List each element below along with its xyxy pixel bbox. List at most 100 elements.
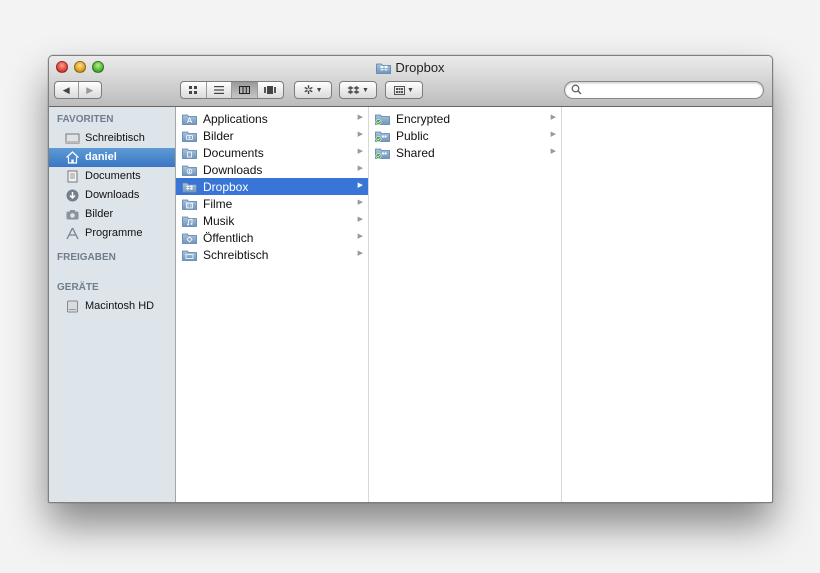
list-item-label: Shared xyxy=(396,145,435,160)
list-item-public[interactable]: Public ▶ xyxy=(369,127,561,144)
sidebar-item-macintosh-hd[interactable]: Macintosh HD xyxy=(49,297,175,316)
disclosure-arrow-icon: ▶ xyxy=(550,148,556,155)
sidebar-item-label: Downloads xyxy=(85,189,140,201)
search-icon xyxy=(571,84,582,95)
disclosure-arrow-icon: ▶ xyxy=(357,148,363,155)
column-view-icon xyxy=(238,86,250,94)
list-item-label: Öffentlich xyxy=(203,230,254,245)
chevron-down-icon: ▼ xyxy=(362,86,369,94)
documents-folder-icon xyxy=(182,148,197,159)
list-item-label: Filme xyxy=(203,196,233,211)
sidebar: FAVORITEN Schreibtisch daniel Documents … xyxy=(49,107,176,502)
sidebar-item-label: Programme xyxy=(85,227,143,239)
list-item-label: Bilder xyxy=(203,128,234,143)
home-icon xyxy=(66,151,79,164)
list-item-label: Public xyxy=(396,128,429,143)
sidebar-item-documents[interactable]: Documents xyxy=(49,167,175,186)
sidebar-devices-header: GERÄTE xyxy=(57,282,99,293)
list-item-label: Applications xyxy=(203,111,268,126)
sidebar-item-schreibtisch[interactable]: Schreibtisch xyxy=(49,129,175,148)
chevron-down-icon: ▼ xyxy=(315,86,323,94)
list-item-label: Dropbox xyxy=(203,179,249,194)
list-item-oeffentlich[interactable]: Öffentlich ▶ xyxy=(176,229,368,246)
desktop-icon xyxy=(65,133,80,144)
back-arrow-icon: ◀ xyxy=(62,84,70,95)
downloads-icon xyxy=(66,189,79,202)
disclosure-arrow-icon: ▶ xyxy=(357,182,363,189)
disclosure-arrow-icon: ▶ xyxy=(357,165,363,172)
sidebar-item-daniel[interactable]: daniel xyxy=(49,148,175,167)
disclosure-arrow-icon: ▶ xyxy=(357,114,363,121)
list-item-downloads[interactable]: Downloads ▶ xyxy=(176,161,368,178)
camera-icon xyxy=(66,210,79,220)
documents-icon xyxy=(67,170,78,183)
synced-folder-icon xyxy=(375,114,390,125)
synced-shared-folder-icon xyxy=(375,148,390,159)
list-item-label: Schreibtisch xyxy=(203,247,269,262)
dropbox-folder-icon xyxy=(182,182,197,193)
list-item-applications[interactable]: Applications ▶ xyxy=(176,110,368,127)
title-bar: Dropbox ◀ ▶ ✲ ▼ ▼ ▼ xyxy=(49,56,772,107)
harddisk-icon xyxy=(67,300,78,313)
pictures-folder-icon xyxy=(182,131,197,142)
sidebar-favorites-header: FAVORITEN xyxy=(57,114,114,125)
column-view-button[interactable] xyxy=(232,82,258,98)
list-item-schreibtisch[interactable]: Schreibtisch ▶ xyxy=(176,246,368,263)
disclosure-arrow-icon: ▶ xyxy=(357,250,363,257)
list-item-documents[interactable]: Documents ▶ xyxy=(176,144,368,161)
sidebar-item-bilder[interactable]: Bilder xyxy=(49,205,175,224)
sidebar-item-label: daniel xyxy=(85,151,117,163)
disclosure-arrow-icon: ▶ xyxy=(357,216,363,223)
disclosure-arrow-icon: ▶ xyxy=(550,114,556,121)
coverflow-view-icon xyxy=(264,86,277,94)
disclosure-arrow-icon: ▶ xyxy=(357,131,363,138)
action-menu-button[interactable]: ✲ ▼ xyxy=(294,81,332,99)
sidebar-item-downloads[interactable]: Downloads xyxy=(49,186,175,205)
view-mode-control xyxy=(180,81,284,99)
icon-view-icon xyxy=(188,86,197,94)
back-button[interactable]: ◀ xyxy=(55,82,79,98)
search-input[interactable] xyxy=(585,83,755,97)
window-title-group: Dropbox xyxy=(49,60,772,75)
list-item-label: Musik xyxy=(203,213,235,228)
movies-folder-icon xyxy=(182,199,197,210)
forward-button[interactable]: ▶ xyxy=(79,82,102,98)
search-field[interactable] xyxy=(564,81,764,99)
list-item-label: Downloads xyxy=(203,162,263,177)
list-item-label: Encrypted xyxy=(396,111,451,126)
disclosure-arrow-icon: ▶ xyxy=(550,131,556,138)
disclosure-arrow-icon: ▶ xyxy=(357,199,363,206)
sidebar-item-programme[interactable]: Programme xyxy=(49,224,175,243)
column-empty xyxy=(562,107,772,502)
public-folder-icon xyxy=(182,233,197,244)
applications-icon xyxy=(66,227,79,240)
sidebar-item-label: Schreibtisch xyxy=(85,132,145,144)
column-dropbox: Encrypted ▶ Public ▶ Shared ▶ xyxy=(369,107,562,502)
synced-shared-folder-icon xyxy=(375,131,390,142)
arrange-grid-icon xyxy=(394,85,406,95)
list-item-bilder[interactable]: Bilder ▶ xyxy=(176,127,368,144)
list-item-filme[interactable]: Filme ▶ xyxy=(176,195,368,212)
icon-view-button[interactable] xyxy=(181,82,207,98)
arrange-menu-button[interactable]: ▼ xyxy=(385,81,423,99)
list-item-dropbox[interactable]: Dropbox ▶ xyxy=(176,178,368,195)
gear-icon: ✲ xyxy=(303,83,314,97)
list-item-encrypted[interactable]: Encrypted ▶ xyxy=(369,110,561,127)
list-item-shared[interactable]: Shared ▶ xyxy=(369,144,561,161)
forward-arrow-icon: ▶ xyxy=(86,84,94,95)
window-title: Dropbox xyxy=(395,60,445,75)
dropbox-menu-button[interactable]: ▼ xyxy=(339,81,377,99)
sidebar-item-label: Documents xyxy=(85,170,141,182)
folder-icon xyxy=(376,63,392,74)
back-forward-control: ◀ ▶ xyxy=(54,81,102,99)
applications-folder-icon xyxy=(182,114,197,125)
column-home: Applications ▶ Bilder ▶ Documents ▶ Down… xyxy=(176,107,369,502)
finder-window: Dropbox ◀ ▶ ✲ ▼ ▼ ▼ FAVORITEN Schreibtis… xyxy=(48,55,773,503)
browser-content: FAVORITEN Schreibtisch daniel Documents … xyxy=(49,107,772,502)
disclosure-arrow-icon: ▶ xyxy=(357,233,363,240)
coverflow-view-button[interactable] xyxy=(258,82,283,98)
music-folder-icon xyxy=(182,216,197,227)
list-view-button[interactable] xyxy=(207,82,232,98)
list-item-label: Documents xyxy=(203,145,264,160)
list-item-musik[interactable]: Musik ▶ xyxy=(176,212,368,229)
